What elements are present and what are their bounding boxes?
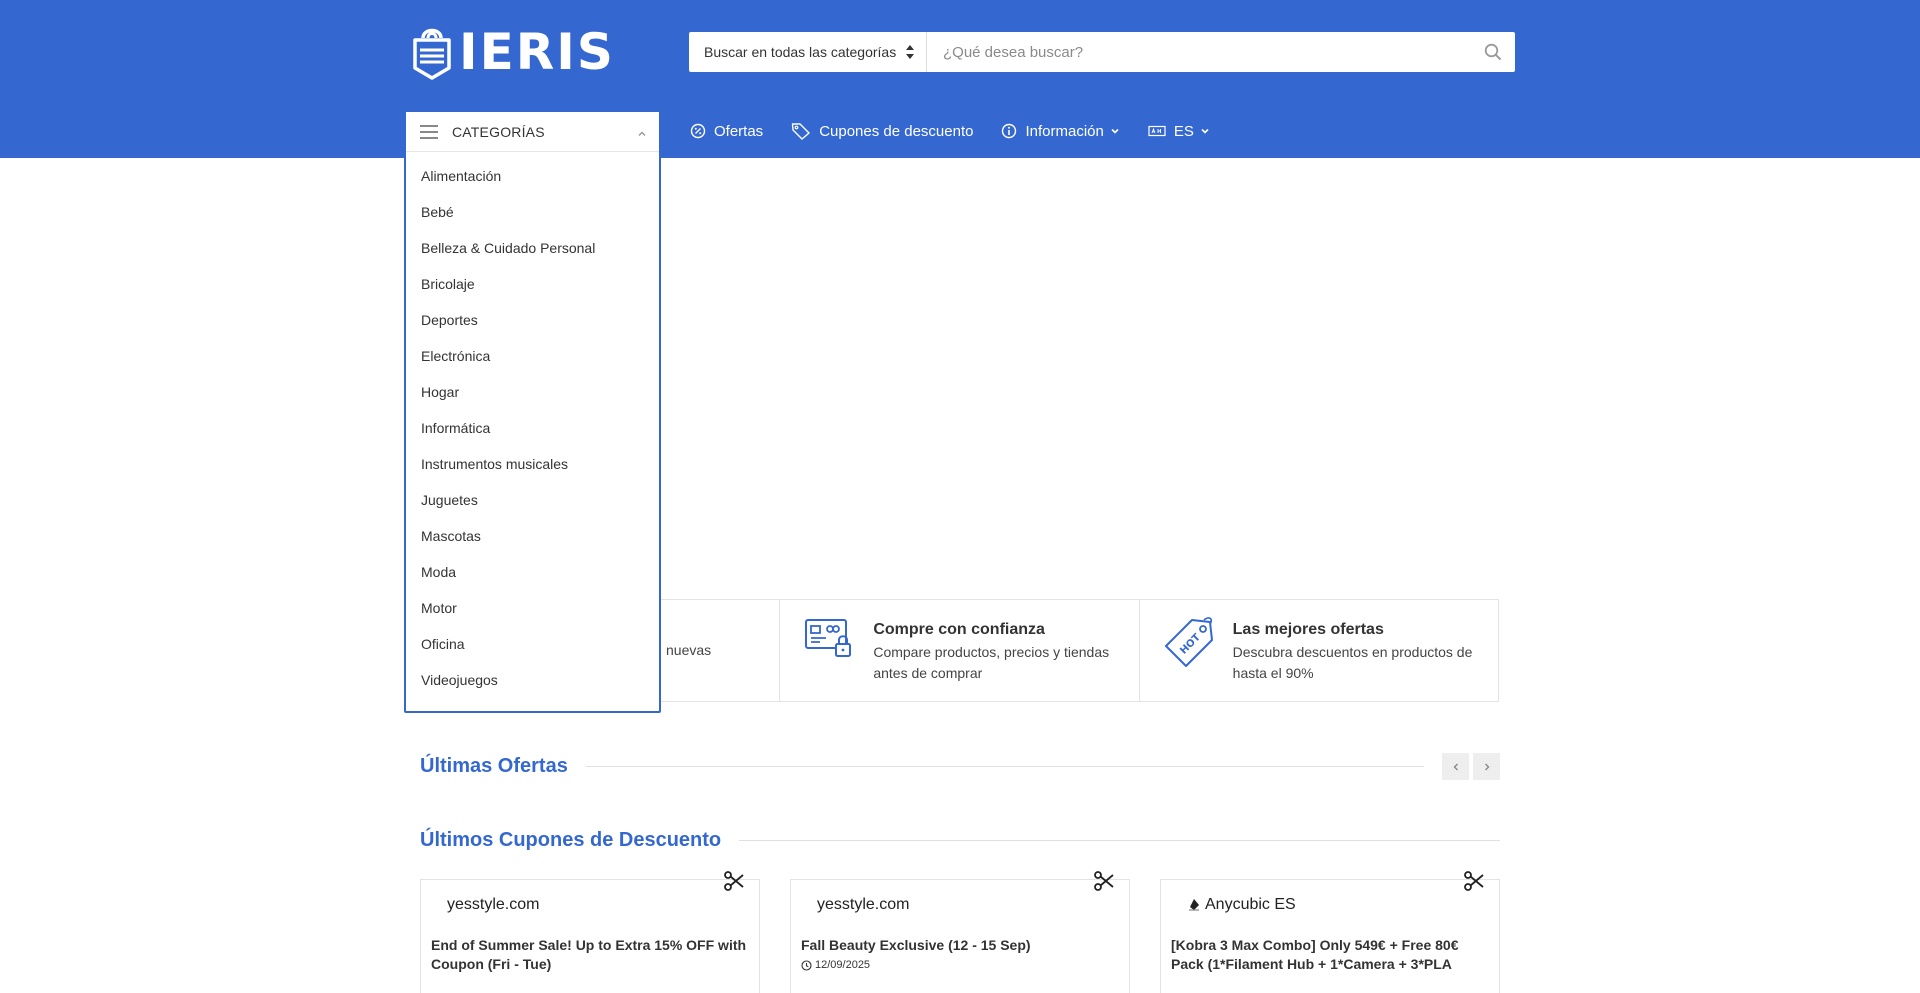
scissors-icon xyxy=(723,870,745,897)
anycubic-logo-icon xyxy=(1187,898,1201,912)
chevron-down-icon xyxy=(1110,126,1120,136)
feature-title: Las mejores ofertas xyxy=(1232,621,1384,638)
store-name: yesstyle.com xyxy=(447,896,540,913)
category-item[interactable]: Bricolaje xyxy=(406,266,659,302)
shopping-bag-logo-icon xyxy=(413,28,451,80)
search-input[interactable] xyxy=(927,32,1471,72)
nav-info[interactable]: Información xyxy=(1001,123,1119,140)
hamburger-menu-icon xyxy=(420,124,438,139)
categories-dropdown: CATEGORÍAS Alimentación Bebé Belleza & C… xyxy=(404,110,661,713)
feature-title: Compre con confianza xyxy=(873,621,1045,638)
category-item[interactable]: Moda xyxy=(406,554,659,590)
feature-desc: nuevas xyxy=(666,642,712,658)
coupon-date-text: 12/09/2025 xyxy=(815,959,871,971)
coupon-store: Anycubic ES xyxy=(1187,896,1296,914)
carousel-prev-button[interactable] xyxy=(1442,753,1469,780)
scissors-icon xyxy=(1093,870,1115,897)
section-divider xyxy=(739,840,1500,841)
chevron-right-icon xyxy=(1484,763,1489,770)
category-item[interactable]: Alimentación xyxy=(406,158,659,194)
categories-toggle[interactable]: CATEGORÍAS xyxy=(406,112,659,152)
nav-offers-label: Ofertas xyxy=(714,122,764,140)
store-name: Anycubic ES xyxy=(1205,896,1296,913)
site-logo[interactable]: IERIS xyxy=(411,22,615,82)
nav-language[interactable]: ES xyxy=(1148,123,1210,140)
coupon-title: [Kobra 3 Max Combo] Only 549€ + Free 80€… xyxy=(1171,937,1459,972)
scissors-icon xyxy=(1463,870,1485,897)
search-category-value: Buscar en todas las categorías xyxy=(704,44,897,60)
categories-list: Alimentación Bebé Belleza & Cuidado Pers… xyxy=(406,152,659,698)
coupon-title: Fall Beauty Exclusive (12 - 15 Sep) xyxy=(801,937,1031,953)
logo-text: IERIS xyxy=(459,23,615,81)
coupon-store: yesstyle.com xyxy=(817,896,909,914)
coupon-store: yesstyle.com xyxy=(447,896,539,914)
search-category-select[interactable]: Buscar en todas las categorías xyxy=(689,32,927,72)
clock-icon xyxy=(801,959,812,971)
latest-offers-header: Últimas Ofertas xyxy=(420,753,1500,780)
search-icon xyxy=(1484,43,1502,61)
category-item[interactable]: Motor xyxy=(406,590,659,626)
hot-tag-icon: HOT xyxy=(1164,616,1216,673)
language-icon xyxy=(1148,125,1166,137)
main-nav: Ofertas Cupones de descuento Información xyxy=(690,120,1210,142)
feature-confidence: Compre con confianza Compare productos, … xyxy=(779,600,1138,701)
latest-coupons-header: Últimos Cupones de Descuento xyxy=(420,829,1500,852)
category-item[interactable]: Hogar xyxy=(406,374,659,410)
category-item[interactable]: Deportes xyxy=(406,302,659,338)
category-item[interactable]: Juguetes xyxy=(406,482,659,518)
compare-card-lock-icon xyxy=(804,616,854,665)
store-name: yesstyle.com xyxy=(817,896,910,913)
feature-best-offers: HOT Las mejores ofertas Descubra descuen… xyxy=(1138,600,1498,701)
category-item[interactable]: Bebé xyxy=(406,194,659,230)
feature-desc: Descubra descuentos en productos de hast… xyxy=(1232,644,1473,681)
category-item[interactable]: Belleza & Cuidado Personal xyxy=(406,230,659,266)
nav-lang-label: ES xyxy=(1173,122,1194,140)
nav-info-label: Información xyxy=(1025,122,1104,140)
category-item[interactable]: Oficina xyxy=(406,626,659,662)
category-item[interactable]: Instrumentos musicales xyxy=(406,446,659,482)
category-item[interactable]: Mascotas xyxy=(406,518,659,554)
categories-title: CATEGORÍAS xyxy=(452,123,545,140)
coupon-title: End of Summer Sale! Up to Extra 15% OFF … xyxy=(431,937,747,972)
category-item[interactable]: Informática xyxy=(406,410,659,446)
search-bar: Buscar en todas las categorías xyxy=(689,32,1515,72)
carousel-next-button[interactable] xyxy=(1473,753,1500,780)
coupon-card[interactable]: Anycubic ES [Kobra 3 Max Combo] Only 549… xyxy=(1160,871,1500,993)
section-title: Últimos Cupones de Descuento xyxy=(420,829,722,851)
section-title: Últimas Ofertas xyxy=(420,755,568,777)
nav-offers[interactable]: Ofertas xyxy=(690,123,763,140)
coupon-card[interactable]: yesstyle.com End of Summer Sale! Up to E… xyxy=(420,871,760,993)
site-header: IERIS Buscar en todas las categorías ¿Qu… xyxy=(0,0,1920,158)
nav-coupons-label: Cupones de descuento xyxy=(819,122,974,140)
coupon-card[interactable]: yesstyle.com Fall Beauty Exclusive (12 -… xyxy=(790,871,1130,993)
carousel-controls xyxy=(1438,753,1500,780)
category-item[interactable]: Electrónica xyxy=(406,338,659,374)
coupon-date: 12/09/2025 xyxy=(801,959,870,971)
tag-icon xyxy=(791,122,811,140)
search-button[interactable] xyxy=(1471,32,1515,72)
info-icon xyxy=(1001,123,1017,139)
chevron-left-icon xyxy=(1453,763,1458,770)
section-divider xyxy=(585,766,1424,767)
nav-coupons[interactable]: Cupones de descuento xyxy=(791,122,973,140)
select-arrows-icon xyxy=(906,45,914,59)
chevron-up-icon xyxy=(637,126,647,144)
percent-badge-icon xyxy=(690,123,706,139)
chevron-down-icon xyxy=(1200,126,1210,136)
category-item[interactable]: Videojuegos xyxy=(406,662,659,698)
feature-desc: Compare productos, precios y tiendas ant… xyxy=(873,644,1110,681)
